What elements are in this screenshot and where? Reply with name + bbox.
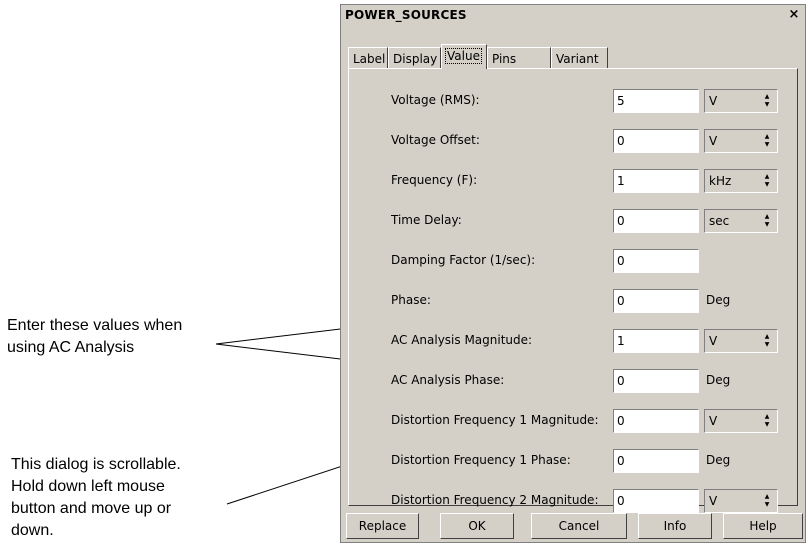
spinner-control[interactable]: ▲ ▼ [760, 413, 774, 429]
unit-text: V [709, 94, 718, 108]
spinner-control[interactable]: ▲ ▼ [760, 133, 774, 149]
spin-up-icon[interactable]: ▲ [760, 133, 774, 141]
field-row: AC Analysis Magnitude: 1 V ▲ ▼ [349, 329, 797, 353]
spin-up-icon[interactable]: ▲ [760, 213, 774, 221]
ok-button[interactable]: OK [440, 513, 514, 539]
tab-variant[interactable]: Variant [551, 47, 608, 69]
value-input[interactable]: 0 [613, 449, 699, 473]
field-row: Voltage (RMS): 5 V ▲ ▼ [349, 89, 797, 113]
field-row: Distortion Frequency 1 Phase: 0 Deg [349, 449, 797, 473]
spin-down-icon[interactable]: ▼ [760, 141, 774, 149]
tab-value-text: Value [445, 48, 482, 64]
field-label: Distortion Frequency 1 Phase: [391, 453, 571, 467]
spinner-control[interactable]: ▲ ▼ [760, 213, 774, 229]
unit-text: sec [709, 214, 730, 228]
field-label: Damping Factor (1/sec): [391, 253, 536, 267]
field-label: Distortion Frequency 2 Magnitude: [391, 493, 599, 507]
spin-down-icon[interactable]: ▼ [760, 421, 774, 429]
cancel-button[interactable]: Cancel [531, 513, 627, 539]
unit-selector[interactable]: V ▲ ▼ [704, 129, 778, 153]
value-input[interactable]: 0 [613, 289, 699, 313]
field-row: Time Delay: 0 sec ▲ ▼ [349, 209, 797, 233]
value-input[interactable]: 0 [613, 129, 699, 153]
value-input[interactable]: 1 [613, 329, 699, 353]
close-icon[interactable]: × [786, 8, 802, 23]
unit-selector[interactable]: V ▲ ▼ [704, 489, 778, 513]
dialog-title: POWER_SOURCES [345, 8, 467, 22]
spin-up-icon[interactable]: ▲ [760, 333, 774, 341]
unit-selector[interactable]: sec ▲ ▼ [704, 209, 778, 233]
tab-label-text: Label [353, 52, 386, 66]
field-label: Distortion Frequency 1 Magnitude: [391, 413, 599, 427]
tab-value[interactable]: Value [441, 44, 487, 69]
field-label: Voltage Offset: [391, 133, 480, 147]
tab-label[interactable]: Label [348, 47, 388, 69]
field-label: AC Analysis Magnitude: [391, 333, 533, 347]
field-row: Phase: 0 Deg [349, 289, 797, 313]
tab-pins[interactable]: Pins [487, 47, 551, 69]
unit-text: V [709, 134, 718, 148]
value-panel[interactable]: Voltage (RMS): 5 V ▲ ▼ Voltage Offset: 0 V ▲ ▼ Fre… [348, 68, 798, 513]
unit-text: V [709, 494, 718, 508]
value-input[interactable]: 0 [613, 409, 699, 433]
unit-label: Deg [706, 293, 731, 307]
value-input[interactable]: 0 [613, 249, 699, 273]
spin-up-icon[interactable]: ▲ [760, 93, 774, 101]
field-row: Frequency (F): 1 kHz ▲ ▼ [349, 169, 797, 193]
spin-up-icon[interactable]: ▲ [760, 413, 774, 421]
value-input[interactable]: 0 [613, 209, 699, 233]
field-row: AC Analysis Phase: 0 Deg [349, 369, 797, 393]
info-button[interactable]: Info [638, 513, 712, 539]
spinner-control[interactable]: ▲ ▼ [760, 173, 774, 189]
field-row: Voltage Offset: 0 V ▲ ▼ [349, 129, 797, 153]
field-label: AC Analysis Phase: [391, 373, 505, 387]
spinner-control[interactable]: ▲ ▼ [760, 333, 774, 349]
field-label: Phase: [391, 293, 431, 307]
title-bar: POWER_SOURCES × [341, 5, 805, 26]
spinner-control[interactable]: ▲ ▼ [760, 493, 774, 509]
value-input[interactable]: 0 [613, 369, 699, 393]
tab-pins-text: Pins [492, 52, 517, 66]
spin-down-icon[interactable]: ▼ [760, 101, 774, 109]
unit-text: kHz [709, 174, 732, 188]
unit-label: Deg [706, 453, 731, 467]
unit-text: V [709, 414, 718, 428]
unit-selector[interactable]: V ▲ ▼ [704, 409, 778, 433]
unit-selector[interactable]: kHz ▲ ▼ [704, 169, 778, 193]
tab-display-text: Display [393, 52, 438, 66]
field-row: Distortion Frequency 2 Magnitude: 0 V ▲ ▼ [349, 489, 797, 513]
help-button[interactable]: Help [723, 513, 803, 539]
spin-down-icon[interactable]: ▼ [760, 181, 774, 189]
value-input[interactable]: 1 [613, 169, 699, 193]
field-label: Time Delay: [391, 213, 462, 227]
power-sources-dialog: POWER_SOURCES × Label Display Value Pins… [340, 4, 806, 543]
value-input[interactable]: 0 [613, 489, 699, 513]
unit-selector[interactable]: V ▲ ▼ [704, 329, 778, 353]
spin-up-icon[interactable]: ▲ [760, 493, 774, 501]
spin-down-icon[interactable]: ▼ [760, 341, 774, 349]
tab-display[interactable]: Display [388, 47, 441, 69]
tab-variant-text: Variant [556, 52, 599, 66]
replace-button[interactable]: Replace [346, 513, 419, 539]
unit-text: V [709, 334, 718, 348]
unit-selector[interactable]: V ▲ ▼ [704, 89, 778, 113]
field-row: Distortion Frequency 1 Magnitude: 0 V ▲ ▼ [349, 409, 797, 433]
unit-label: Deg [706, 373, 731, 387]
spin-down-icon[interactable]: ▼ [760, 221, 774, 229]
field-label: Frequency (F): [391, 173, 478, 187]
field-row: Damping Factor (1/sec): 0 [349, 249, 797, 273]
value-input[interactable]: 5 [613, 89, 699, 113]
field-label: Voltage (RMS): [391, 93, 480, 107]
spin-down-icon[interactable]: ▼ [760, 501, 774, 509]
spinner-control[interactable]: ▲ ▼ [760, 93, 774, 109]
spin-up-icon[interactable]: ▲ [760, 173, 774, 181]
